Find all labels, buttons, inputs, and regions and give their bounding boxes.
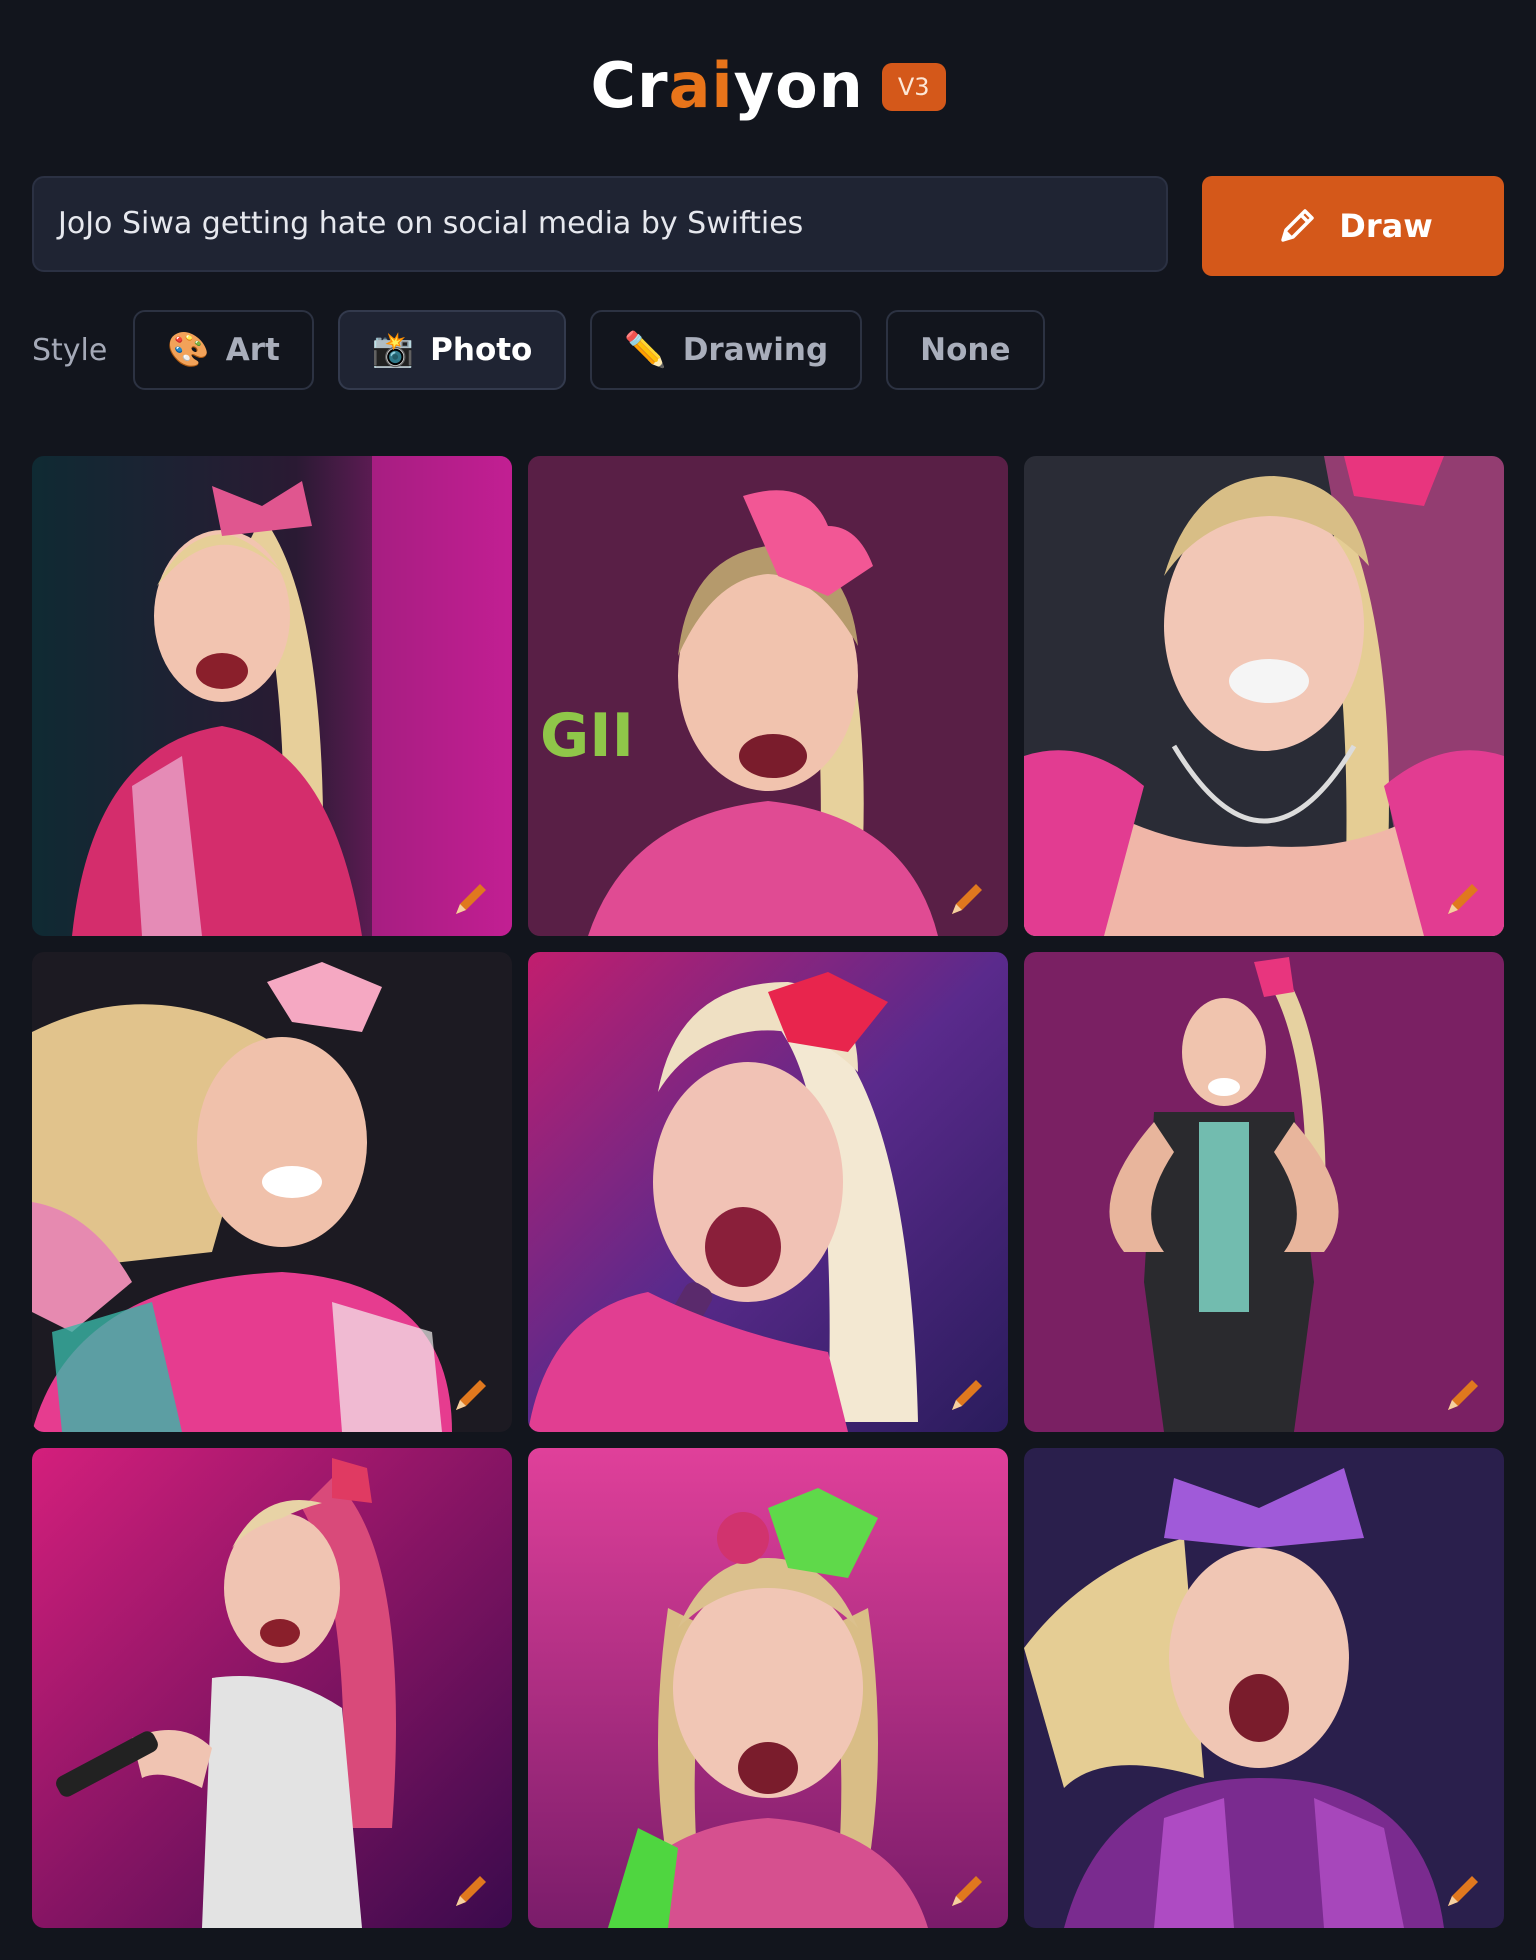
pencil-icon: [456, 1380, 486, 1410]
style-option-none[interactable]: None: [886, 310, 1045, 390]
generated-image[interactable]: [1024, 952, 1504, 1432]
logo[interactable]: Cr ai yon: [590, 49, 863, 122]
pencil-icon: [952, 1380, 982, 1410]
pencil-icon: [952, 1876, 982, 1906]
generated-image-content: GII: [528, 456, 1008, 936]
pencil-icon: [1448, 1380, 1478, 1410]
prompt-input[interactable]: JoJo Siwa getting hate on social media b…: [32, 176, 1168, 272]
image-gallery: GII: [32, 456, 1504, 1928]
generated-image-content: [1024, 456, 1504, 936]
draw-button-label: Draw: [1339, 207, 1433, 245]
generated-image-content: [32, 952, 512, 1432]
logo-text-suffix: yon: [733, 48, 864, 122]
version-badge: V3: [881, 63, 946, 111]
pencil-icon: [1281, 209, 1314, 242]
generated-image-content: [32, 1448, 512, 1928]
style-option-art[interactable]: 🎨 Art: [133, 310, 314, 390]
generated-image[interactable]: [32, 456, 512, 936]
style-option-label: Drawing: [682, 332, 829, 368]
style-option-label: Photo: [430, 332, 533, 368]
logo-text-ai: ai: [668, 48, 734, 122]
prompt-row: JoJo Siwa getting hate on social media b…: [32, 176, 1504, 276]
style-label: Style: [32, 332, 108, 368]
generated-image[interactable]: [528, 1448, 1008, 1928]
generated-image[interactable]: GII: [528, 456, 1008, 936]
pencil-icon: [1448, 1876, 1478, 1906]
pencil-icon: [456, 1876, 486, 1906]
header: Cr ai yon V3: [0, 40, 1536, 130]
camera-flash-icon: 📸: [371, 330, 415, 370]
style-option-label: None: [920, 332, 1011, 368]
style-option-photo[interactable]: 📸 Photo: [337, 310, 567, 390]
generated-image-content: [528, 952, 1008, 1432]
palette-icon: 🎨: [167, 330, 210, 370]
draw-button[interactable]: Draw: [1202, 176, 1504, 276]
generated-image-content: [1024, 1448, 1504, 1928]
style-option-drawing[interactable]: ✏️ Drawing: [590, 310, 863, 390]
generated-image[interactable]: [32, 952, 512, 1432]
pencil-icon: [456, 884, 486, 914]
generated-image[interactable]: [1024, 1448, 1504, 1928]
style-selector: Style 🎨 Art 📸 Photo ✏️ Drawing None: [32, 308, 1045, 392]
svg-text:GII: GII: [540, 701, 634, 771]
generated-image-content: [32, 456, 512, 936]
generated-image[interactable]: [32, 1448, 512, 1928]
generated-image[interactable]: [528, 952, 1008, 1432]
logo-text-prefix: Cr: [590, 48, 669, 122]
pencil-emoji-icon: ✏️: [624, 330, 667, 370]
generated-image[interactable]: [1024, 456, 1504, 936]
pencil-icon: [1448, 884, 1478, 914]
generated-image-content: [1024, 952, 1504, 1432]
style-option-label: Art: [225, 332, 280, 368]
pencil-icon: [952, 884, 982, 914]
generated-image-content: [528, 1448, 1008, 1928]
